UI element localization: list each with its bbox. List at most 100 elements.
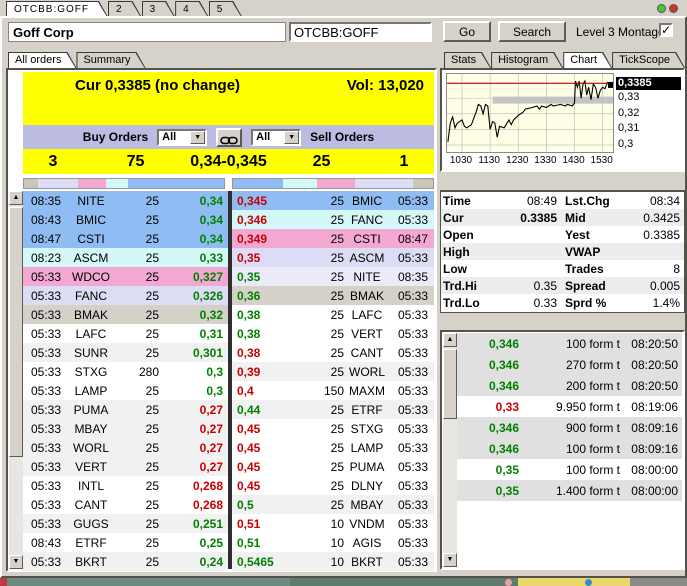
trade-row[interactable]: 0,35100 form t08:00:00 — [457, 459, 682, 480]
go-button[interactable]: Go — [443, 21, 491, 42]
bid-depth-segment — [24, 179, 38, 188]
bid-time: 05:33 — [23, 270, 65, 284]
ask-row[interactable]: 0,3825VERT05:33 — [232, 324, 434, 343]
ask-row[interactable]: 0,3525ASCM05:33 — [232, 248, 434, 267]
bid-row[interactable]: 08:23ASCM250,33 — [23, 248, 228, 267]
taskbar-segment[interactable] — [518, 578, 630, 586]
taskbar-segment[interactable] — [630, 578, 687, 586]
tab-all-orders[interactable]: All orders — [8, 52, 76, 68]
ask-row[interactable]: 0,546510BKRT05:33 — [232, 552, 434, 571]
trade-row[interactable]: 0,351.400 form t08:00:00 — [457, 480, 682, 501]
scrollbar-thumb[interactable] — [443, 349, 457, 419]
montage-checkbox[interactable]: ✓ — [659, 23, 673, 37]
window-tab-5[interactable]: 5 — [209, 1, 243, 17]
tab-tickscope[interactable]: TickScope — [612, 52, 685, 68]
bid-row[interactable]: 05:33WDCO250,327 — [23, 267, 228, 286]
current-price-text: Cur 0,3385 (no change) — [75, 77, 240, 94]
scroll-up-icon[interactable]: ▲ — [443, 333, 457, 347]
bid-row[interactable]: 08:35NITE250,34 — [23, 191, 228, 210]
trade-row[interactable]: 0,346270 form t08:20:50 — [457, 354, 682, 375]
bid-row[interactable]: 05:33VERT250,27 — [23, 457, 228, 476]
trade-row[interactable]: 0,346200 form t08:20:50 — [457, 375, 682, 396]
trade-time: 08:00:00 — [620, 484, 682, 498]
bid-row[interactable]: 05:33CANT250,268 — [23, 495, 228, 514]
sell-filter-select[interactable]: All ▼ — [251, 129, 301, 146]
ask-price: 0,51 — [232, 517, 284, 531]
order-book-panel: ▲ ▼ Cur 0,3385 (no change) Vol: 13,020 B… — [6, 68, 437, 572]
trade-row[interactable]: 0,346100 form t08:09:16 — [457, 438, 682, 459]
bid-row[interactable]: 05:33MBAY250,27 — [23, 419, 228, 438]
trade-quantity: 100 form t — [519, 463, 620, 477]
chart-x-tick: 1330 — [530, 155, 560, 166]
scroll-down-icon[interactable]: ▼ — [443, 553, 457, 567]
ask-row[interactable]: 0,34525BMIC05:33 — [232, 191, 434, 210]
tab-stats[interactable]: Stats — [444, 52, 491, 68]
ask-row[interactable]: 0,4525PUMA05:33 — [232, 457, 434, 476]
ask-row[interactable]: 0,3925WORL05:33 — [232, 362, 434, 381]
bid-row[interactable]: 05:33LAFC250,31 — [23, 324, 228, 343]
taskbar-icon[interactable] — [505, 579, 512, 586]
ask-row[interactable]: 0,4150MAXM05:33 — [232, 381, 434, 400]
bid-row[interactable]: 08:43BMIC250,34 — [23, 210, 228, 229]
window-tab-otcbb-goff[interactable]: OTCBB:GOFF — [6, 1, 108, 17]
bid-row[interactable]: 05:33BKRT250,24 — [23, 552, 228, 571]
ask-size: 10 — [284, 536, 344, 550]
quote-label: Mid — [563, 211, 621, 225]
ask-row[interactable]: 0,5110AGIS05:33 — [232, 533, 434, 552]
ask-row[interactable]: 0,4525LAMP05:33 — [232, 438, 434, 457]
scroll-down-icon[interactable]: ▼ — [9, 555, 23, 569]
bid-time: 08:43 — [23, 536, 65, 550]
scrollbar-thumb[interactable] — [9, 207, 23, 457]
ask-row[interactable]: 0,4425ETRF05:33 — [232, 400, 434, 419]
bid-row[interactable]: 05:33LAMP250,3 — [23, 381, 228, 400]
bid-market-maker: STXG — [65, 365, 117, 379]
bid-row[interactable]: 05:33SUNR250,301 — [23, 343, 228, 362]
tab-chart[interactable]: Chart — [563, 52, 612, 68]
bid-row[interactable]: 05:33FANC250,326 — [23, 286, 228, 305]
bid-time: 08:23 — [23, 251, 65, 265]
taskbar-segment[interactable] — [7, 578, 290, 586]
ticker-input[interactable] — [289, 22, 432, 42]
chevron-down-icon[interactable]: ▼ — [284, 131, 299, 144]
link-filters-button[interactable] — [216, 128, 242, 147]
ask-row[interactable]: 0,4525DLNY05:33 — [232, 476, 434, 495]
buy-filter-select[interactable]: All ▼ — [157, 129, 207, 146]
taskbar-segment[interactable] — [0, 578, 7, 586]
ask-row[interactable]: 0,5110VNDM05:33 — [232, 514, 434, 533]
bid-price: 0,27 — [159, 460, 228, 474]
bid-row[interactable]: 05:33WORL250,27 — [23, 438, 228, 457]
ask-row[interactable]: 0,34625FANC05:33 — [232, 210, 434, 229]
ask-row[interactable]: 0,34925CSTI08:47 — [232, 229, 434, 248]
bid-row[interactable]: 05:33INTL250,268 — [23, 476, 228, 495]
search-button[interactable]: Search — [498, 21, 566, 42]
bid-row[interactable]: 05:33STXG2800,3 — [23, 362, 228, 381]
order-book-content: Cur 0,3385 (no change) Vol: 13,020 Buy O… — [23, 71, 434, 569]
ask-row[interactable]: 0,3825CANT05:33 — [232, 343, 434, 362]
bid-row[interactable]: 05:33PUMA250,27 — [23, 400, 228, 419]
window-tab-2[interactable]: 2 — [108, 1, 142, 17]
bid-row[interactable]: 05:33BMAK250,32 — [23, 305, 228, 324]
window-tab-4[interactable]: 4 — [175, 1, 209, 17]
bid-row[interactable]: 05:33GUGS250,251 — [23, 514, 228, 533]
taskbar-segment[interactable] — [290, 578, 518, 586]
bid-time: 05:33 — [23, 422, 65, 436]
chevron-down-icon[interactable]: ▼ — [190, 131, 205, 144]
ask-row[interactable]: 0,4525STXG05:33 — [232, 419, 434, 438]
trade-row[interactable]: 0,346100 form t08:20:50 — [457, 333, 682, 354]
trade-row[interactable]: 0,339.950 form t08:19:06 — [457, 396, 682, 417]
tab-histogram[interactable]: Histogram — [491, 52, 563, 68]
ask-row[interactable]: 0,3625BMAK05:33 — [232, 286, 434, 305]
taskbar-icon[interactable] — [585, 579, 592, 586]
trades-scrollbar[interactable]: ▲ ▼ — [443, 333, 457, 567]
ask-row[interactable]: 0,525MBAY05:33 — [232, 495, 434, 514]
ask-row[interactable]: 0,3825LAFC05:33 — [232, 305, 434, 324]
tab-summary[interactable]: Summary — [76, 52, 145, 68]
book-scrollbar[interactable]: ▲ ▼ — [9, 191, 23, 569]
scroll-up-icon[interactable]: ▲ — [9, 191, 23, 205]
quote-info-grid: Time08:49Lst.Chg08:34Cur0.3385Mid0.3425O… — [440, 190, 685, 313]
bid-row[interactable]: 08:43ETRF250,25 — [23, 533, 228, 552]
window-tab-3[interactable]: 3 — [142, 1, 176, 17]
ask-row[interactable]: 0,3525NITE08:35 — [232, 267, 434, 286]
trade-row[interactable]: 0,346900 form t08:09:16 — [457, 417, 682, 438]
bid-row[interactable]: 08:47CSTI250,34 — [23, 229, 228, 248]
